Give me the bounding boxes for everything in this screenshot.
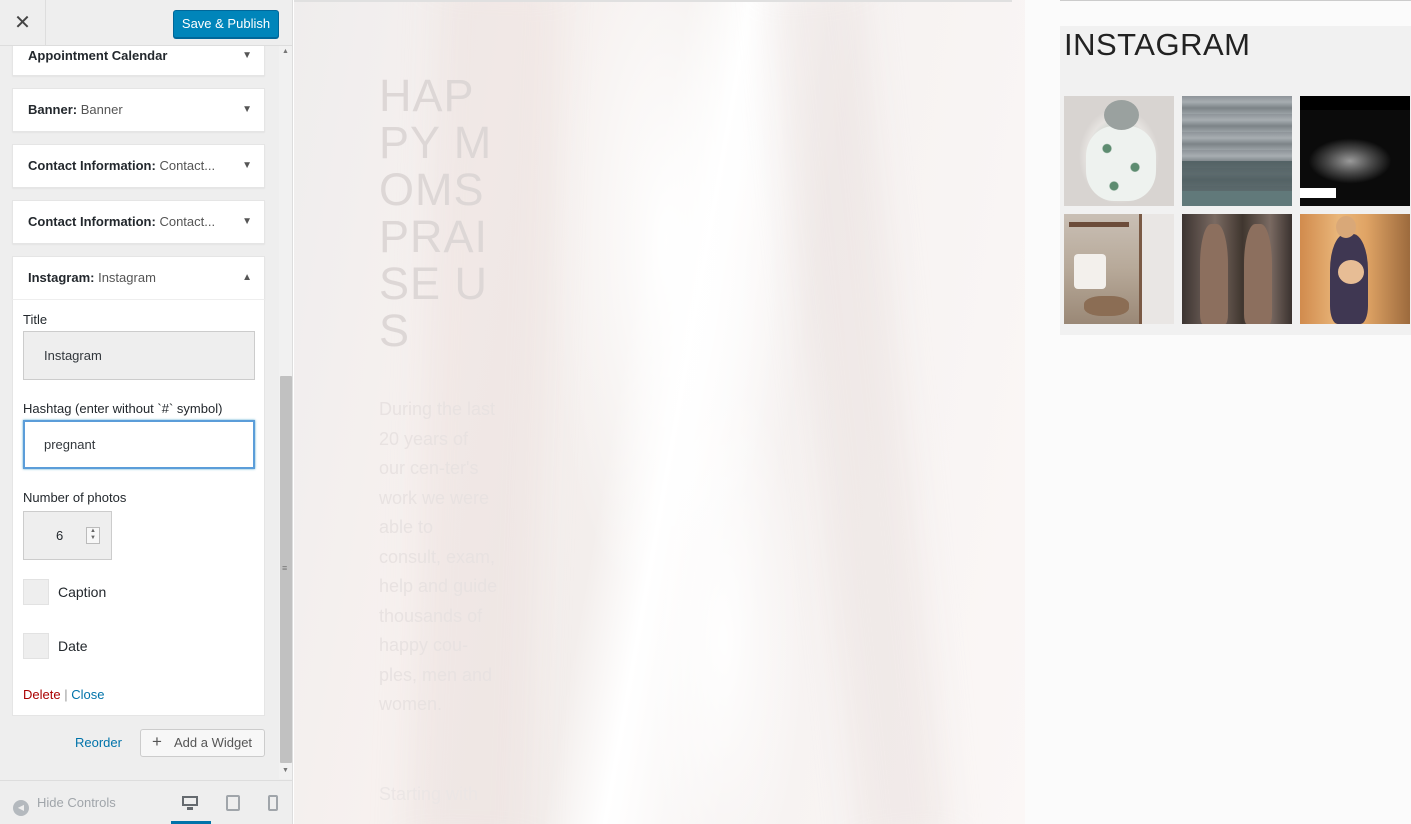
mobile-preview-icon[interactable] — [265, 795, 283, 811]
photos-number-input[interactable]: 6 ▲ ▼ — [23, 511, 112, 560]
widget-title: Banner — [80, 102, 123, 117]
hero-title: HAPPY MOMS PRAISE US — [379, 70, 493, 356]
sidebar-footer: ◀ Hide Controls — [0, 780, 292, 824]
instagram-photo[interactable] — [1182, 96, 1292, 206]
instagram-photo[interactable] — [1182, 214, 1292, 324]
title-label: Title — [23, 312, 48, 327]
scrollbar-thumb[interactable]: ≡ — [280, 376, 292, 763]
hero-section: HAPPY MOMS PRAISE US During the last 20 … — [294, 0, 1025, 824]
widget-banner[interactable]: Banner: Banner ▼ — [12, 88, 265, 132]
top-strip — [294, 0, 1012, 2]
caret-up-icon[interactable]: ▲ — [242, 257, 252, 299]
instagram-photo[interactable] — [1300, 214, 1410, 324]
scroll-up-arrow-icon[interactable]: ▲ — [282, 48, 289, 55]
collapse-arrow-icon: ◀ — [13, 800, 29, 816]
plus-icon: + — [152, 732, 162, 751]
instagram-photo[interactable] — [1064, 214, 1174, 324]
close-icon[interactable]: ✕ — [0, 0, 46, 46]
widget-type: Contact Information: — [28, 158, 156, 173]
date-checkbox[interactable] — [23, 633, 49, 659]
instagram-photo[interactable] — [1300, 96, 1410, 206]
title-input[interactable]: Instagram — [23, 331, 255, 380]
customizer-sidebar: ✕ Save & Publish Appointment Calendar ▼ … — [0, 0, 293, 824]
delete-link[interactable]: Delete — [23, 687, 61, 702]
widget-title: Contact... — [159, 214, 216, 229]
hashtag-input[interactable]: pregnant — [23, 420, 255, 469]
add-widget-label: Add a Widget — [174, 735, 253, 750]
sidebar-scrollbar[interactable]: ▲ ≡ ▼ — [279, 46, 292, 779]
widget-title: Contact... — [159, 158, 216, 173]
preview-sidebar: INSTAGRAM — [1025, 0, 1411, 824]
widget-appointment-calendar[interactable]: Appointment Calendar ▼ — [12, 46, 265, 76]
caption-checkbox[interactable] — [23, 579, 49, 605]
hashtag-label: Hashtag (enter without `#` symbol) — [23, 401, 223, 416]
instagram-title: INSTAGRAM — [1064, 27, 1251, 62]
widget-title: Instagram — [98, 270, 156, 285]
save-publish-button[interactable]: Save & Publish — [173, 10, 279, 38]
hide-controls-button[interactable]: ◀ Hide Controls — [13, 781, 116, 824]
caption-label: Caption — [58, 584, 107, 600]
hero-text-continued: Starting with — [379, 784, 479, 804]
sidebar-header: ✕ Save & Publish — [0, 0, 292, 46]
caret-down-icon[interactable]: ▼ — [242, 145, 252, 187]
divider — [1060, 0, 1411, 1]
site-preview: HAPPY MOMS PRAISE US During the last 20 … — [294, 0, 1411, 824]
widget-type: Banner: — [28, 102, 78, 117]
separator: | — [64, 687, 68, 702]
caret-down-icon[interactable]: ▼ — [242, 46, 252, 71]
date-label: Date — [58, 638, 88, 654]
instagram-widget-form: Title Instagram Hashtag (enter without `… — [12, 300, 265, 716]
widget-instagram[interactable]: Instagram: Instagram ▲ — [12, 256, 265, 300]
instagram-widget: INSTAGRAM — [1060, 26, 1411, 335]
tablet-preview-icon[interactable] — [224, 795, 242, 811]
caret-down-icon[interactable]: ▼ — [242, 201, 252, 243]
spinner-icon[interactable]: ▲ ▼ — [86, 527, 100, 544]
photos-value: 6 — [56, 528, 64, 543]
caret-down-icon[interactable]: ▼ — [242, 89, 252, 131]
hero-text: During the last 20 years of our cen-ter'… — [379, 399, 498, 714]
hide-controls-label: Hide Controls — [37, 795, 116, 810]
widget-type: Instagram: — [28, 270, 95, 285]
widgets-panel: Appointment Calendar ▼ Banner: Banner ▼ … — [0, 46, 280, 779]
desktop-preview-icon[interactable] — [181, 795, 199, 811]
widget-actions: Delete | Close — [23, 687, 104, 702]
widget-title: Appointment Calendar — [28, 48, 168, 63]
close-link[interactable]: Close — [71, 687, 104, 702]
widget-contact-information[interactable]: Contact Information: Contact... ▼ — [12, 200, 265, 244]
widget-type: Contact Information: — [28, 214, 156, 229]
grip-icon: ≡ — [282, 563, 288, 573]
scroll-down-arrow-icon[interactable]: ▼ — [282, 767, 289, 774]
widget-contact-information[interactable]: Contact Information: Contact... ▼ — [12, 144, 265, 188]
photos-label: Number of photos — [23, 490, 127, 505]
add-widget-button[interactable]: + Add a Widget — [140, 729, 265, 757]
instagram-photo[interactable] — [1064, 96, 1174, 206]
reorder-link[interactable]: Reorder — [75, 735, 122, 750]
